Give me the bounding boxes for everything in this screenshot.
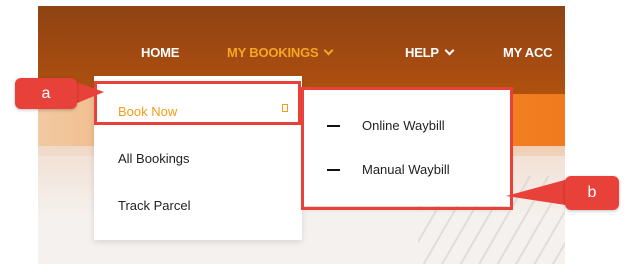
callout-a-label: a [41, 84, 51, 102]
callout-pointers [70, 80, 572, 206]
callout-a: a [15, 78, 77, 109]
callout-b-pointer [506, 178, 572, 206]
callout-b: b [565, 176, 619, 210]
callout-b-label: b [587, 184, 597, 201]
